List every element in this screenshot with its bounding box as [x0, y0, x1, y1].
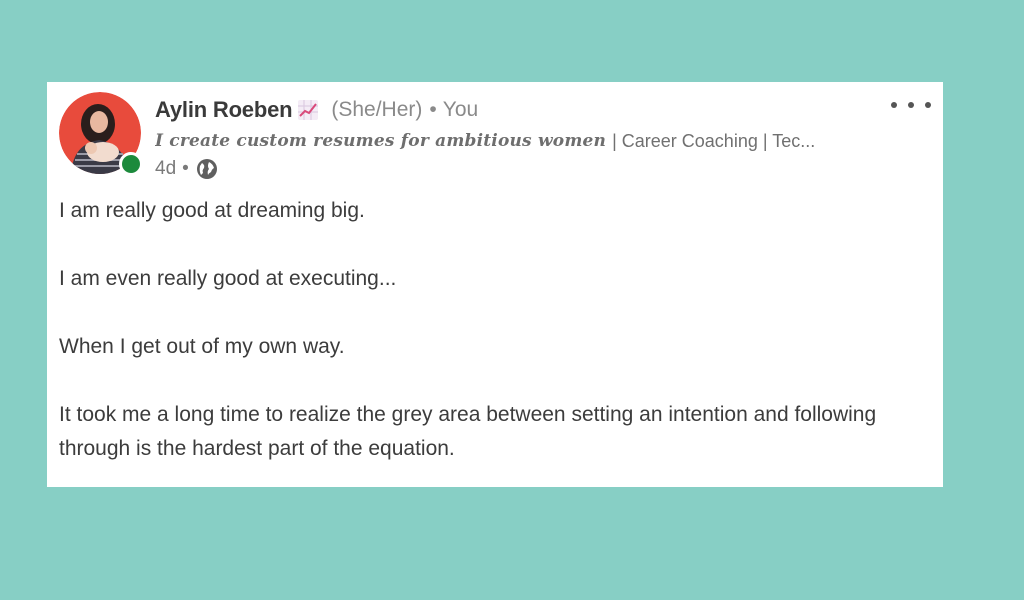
- post-paragraph: I am even really good at executing...: [59, 267, 397, 290]
- chart-increasing-icon: [298, 100, 319, 120]
- globe-icon: [196, 159, 217, 179]
- post-paragraph: It took me a long time to realize the gr…: [59, 403, 877, 460]
- post-age: 4d: [155, 158, 177, 179]
- ellipsis-icon-dot: [908, 102, 914, 108]
- author-headline: I create custom resumes for ambitious wo…: [155, 128, 895, 154]
- post-more-options-button[interactable]: [891, 94, 931, 116]
- author-relation: You: [442, 98, 479, 121]
- online-status-dot: [119, 152, 143, 176]
- author-pronouns: (She/Her): [331, 98, 423, 121]
- ellipsis-icon-dot: [925, 102, 931, 108]
- author-avatar[interactable]: [59, 92, 143, 176]
- post-paragraph: When I get out of my own way.: [59, 335, 345, 358]
- ellipsis-icon-dot: [891, 102, 897, 108]
- post-meta: 4d •: [155, 156, 218, 182]
- author-separator: •: [429, 98, 437, 121]
- post-card: Aylin Roeben (She/Her) • You I create cu…: [47, 82, 943, 487]
- headline-rest-text: | Career Coaching | Tec...: [612, 130, 816, 151]
- headline-italic-text: I create custom resumes for ambitious wo…: [155, 131, 607, 151]
- author-line: Aylin Roeben (She/Her) • You: [155, 96, 478, 124]
- post-paragraph: I am really good at dreaming big.: [59, 199, 365, 222]
- post-body: I am really good at dreaming big. I am e…: [59, 194, 929, 466]
- meta-separator: •: [182, 158, 189, 179]
- author-name[interactable]: Aylin Roeben: [155, 97, 293, 123]
